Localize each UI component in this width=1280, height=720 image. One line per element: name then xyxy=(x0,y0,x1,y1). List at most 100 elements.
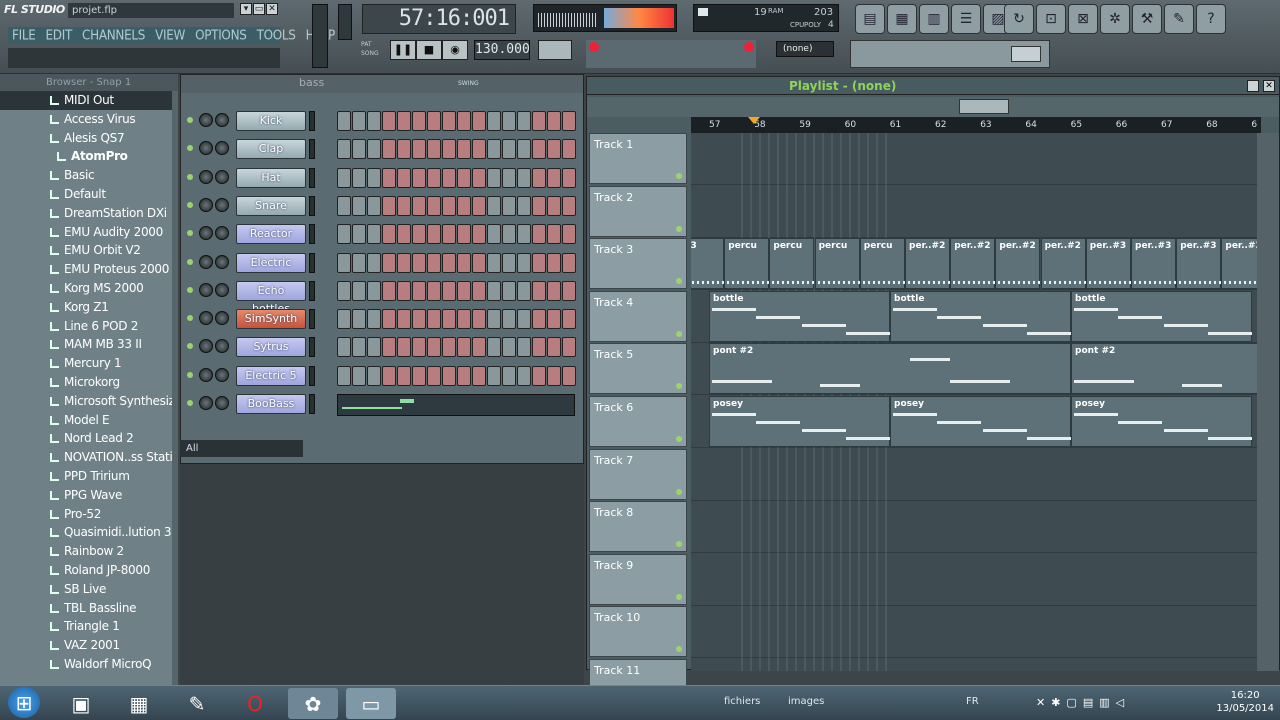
step-button[interactable] xyxy=(412,139,426,160)
step-button[interactable] xyxy=(487,337,501,358)
step-button[interactable] xyxy=(547,111,561,131)
toolbar-fichiers[interactable]: fichiers xyxy=(724,696,760,707)
step-button[interactable] xyxy=(502,337,516,358)
pattern-clip[interactable]: posey xyxy=(1071,396,1252,447)
channel-pan-knob[interactable] xyxy=(215,367,229,382)
channel-volume-knob[interactable] xyxy=(199,254,213,269)
step-button[interactable] xyxy=(547,280,561,301)
step-button[interactable] xyxy=(517,167,531,188)
step-button[interactable] xyxy=(562,365,576,386)
step-button[interactable] xyxy=(337,111,351,131)
channel-mute-led[interactable] xyxy=(187,315,193,322)
step-button[interactable] xyxy=(442,337,456,358)
step-button[interactable] xyxy=(427,195,441,216)
flstudio-icon[interactable]: ✿ xyxy=(288,688,338,719)
channel-select-bar[interactable] xyxy=(309,365,315,386)
playlist-hscroll[interactable] xyxy=(587,97,1279,117)
browser-item[interactable]: PPG Wave xyxy=(0,486,178,505)
browser-item[interactable]: Triangle 1 xyxy=(0,617,178,636)
pattern-clip[interactable]: per..#3 xyxy=(1176,238,1222,290)
step-button[interactable] xyxy=(487,252,501,273)
step-button[interactable] xyxy=(367,252,381,273)
browser-item[interactable]: Rainbow 2 xyxy=(0,542,178,561)
playlist-grid[interactable]: #3 percu percu percu percu per..#2 per..#2 per.… xyxy=(691,133,1257,671)
browser-item[interactable]: NOVATION..ss Station xyxy=(0,448,178,467)
step-button[interactable] xyxy=(487,280,501,301)
wrench-icon[interactable]: ⚒ xyxy=(1132,4,1162,34)
step-button[interactable] xyxy=(382,309,396,330)
step-button[interactable] xyxy=(562,139,576,160)
step-button[interactable] xyxy=(382,252,396,273)
step-button[interactable] xyxy=(397,365,411,386)
step-button[interactable] xyxy=(532,224,546,245)
step-button[interactable] xyxy=(382,167,396,188)
channel-mute-led[interactable] xyxy=(187,371,193,378)
step-button[interactable] xyxy=(442,224,456,245)
notes-icon[interactable]: ✎ xyxy=(1164,4,1194,34)
channel-volume-knob[interactable] xyxy=(199,396,213,410)
channel-button[interactable]: Echo bottles xyxy=(236,280,306,315)
pattern-snap[interactable] xyxy=(538,40,572,60)
step-button[interactable] xyxy=(337,252,351,273)
step-button[interactable] xyxy=(442,139,456,160)
menu-options[interactable]: OPTIONS xyxy=(195,26,247,45)
explorer-icon[interactable]: ▣ xyxy=(56,688,106,719)
step-button[interactable] xyxy=(487,224,501,245)
step-button[interactable] xyxy=(442,309,456,330)
channel-volume-knob[interactable] xyxy=(199,226,213,241)
browser-item[interactable]: Pro-52 xyxy=(0,505,178,524)
track-mute-led[interactable] xyxy=(676,225,682,232)
step-button[interactable] xyxy=(397,195,411,216)
step-button[interactable] xyxy=(517,111,531,131)
browser-item[interactable]: Microkorg xyxy=(0,373,178,392)
step-button[interactable] xyxy=(427,167,441,188)
step-button[interactable] xyxy=(367,139,381,160)
channel-volume-knob[interactable] xyxy=(199,339,213,354)
channel-pan-knob[interactable] xyxy=(215,169,229,184)
channel-select-bar[interactable] xyxy=(309,394,315,414)
close-icon[interactable]: ✕ xyxy=(266,3,278,15)
pattern-clip[interactable]: per..#2 xyxy=(1040,238,1086,290)
step-button[interactable] xyxy=(487,365,501,386)
track-mute-led[interactable] xyxy=(676,436,682,442)
channel-mute-led[interactable] xyxy=(187,173,193,180)
channel-select-bar[interactable] xyxy=(309,167,315,188)
channel-volume-knob[interactable] xyxy=(199,113,213,127)
step-button[interactable] xyxy=(472,111,486,131)
step-button[interactable] xyxy=(547,365,561,386)
channel-select-bar[interactable] xyxy=(309,309,315,330)
browser-item[interactable]: MIDI Out xyxy=(0,91,178,110)
step-button[interactable] xyxy=(367,224,381,245)
browser-item[interactable]: Nord Lead 2 xyxy=(0,429,178,448)
step-button[interactable] xyxy=(562,111,576,131)
browser-item[interactable]: SB Live xyxy=(0,580,178,599)
step-button[interactable] xyxy=(457,252,471,273)
channel-select-bar[interactable] xyxy=(309,337,315,358)
track-mute-led[interactable] xyxy=(676,541,682,548)
step-button[interactable] xyxy=(547,167,561,188)
step-button[interactable] xyxy=(412,252,426,273)
piano-roll-preview[interactable] xyxy=(337,394,575,416)
step-button[interactable] xyxy=(472,224,486,245)
overdub-dot-icon[interactable] xyxy=(744,42,754,52)
step-button[interactable] xyxy=(517,280,531,301)
channel-select-bar[interactable] xyxy=(309,280,315,301)
step-button[interactable] xyxy=(367,280,381,301)
step-button[interactable] xyxy=(352,139,366,160)
step-button[interactable] xyxy=(517,139,531,160)
language-indicator[interactable]: FR xyxy=(966,696,979,707)
step-button[interactable] xyxy=(562,252,576,273)
step-button[interactable] xyxy=(367,195,381,216)
playlist-vscroll[interactable] xyxy=(1257,133,1279,671)
step-button[interactable] xyxy=(367,111,381,131)
channel-volume-knob[interactable] xyxy=(199,141,213,156)
track-header[interactable]: Track 10 xyxy=(589,606,687,658)
step-button[interactable] xyxy=(517,365,531,386)
step-button[interactable] xyxy=(382,111,396,131)
opera-icon[interactable]: O xyxy=(230,688,280,719)
step-button[interactable] xyxy=(472,252,486,273)
track-header[interactable]: Track 3 xyxy=(589,238,687,290)
channel-select-bar[interactable] xyxy=(309,111,315,131)
step-button[interactable] xyxy=(442,252,456,273)
pattern-clip[interactable]: bottle xyxy=(890,290,1071,342)
